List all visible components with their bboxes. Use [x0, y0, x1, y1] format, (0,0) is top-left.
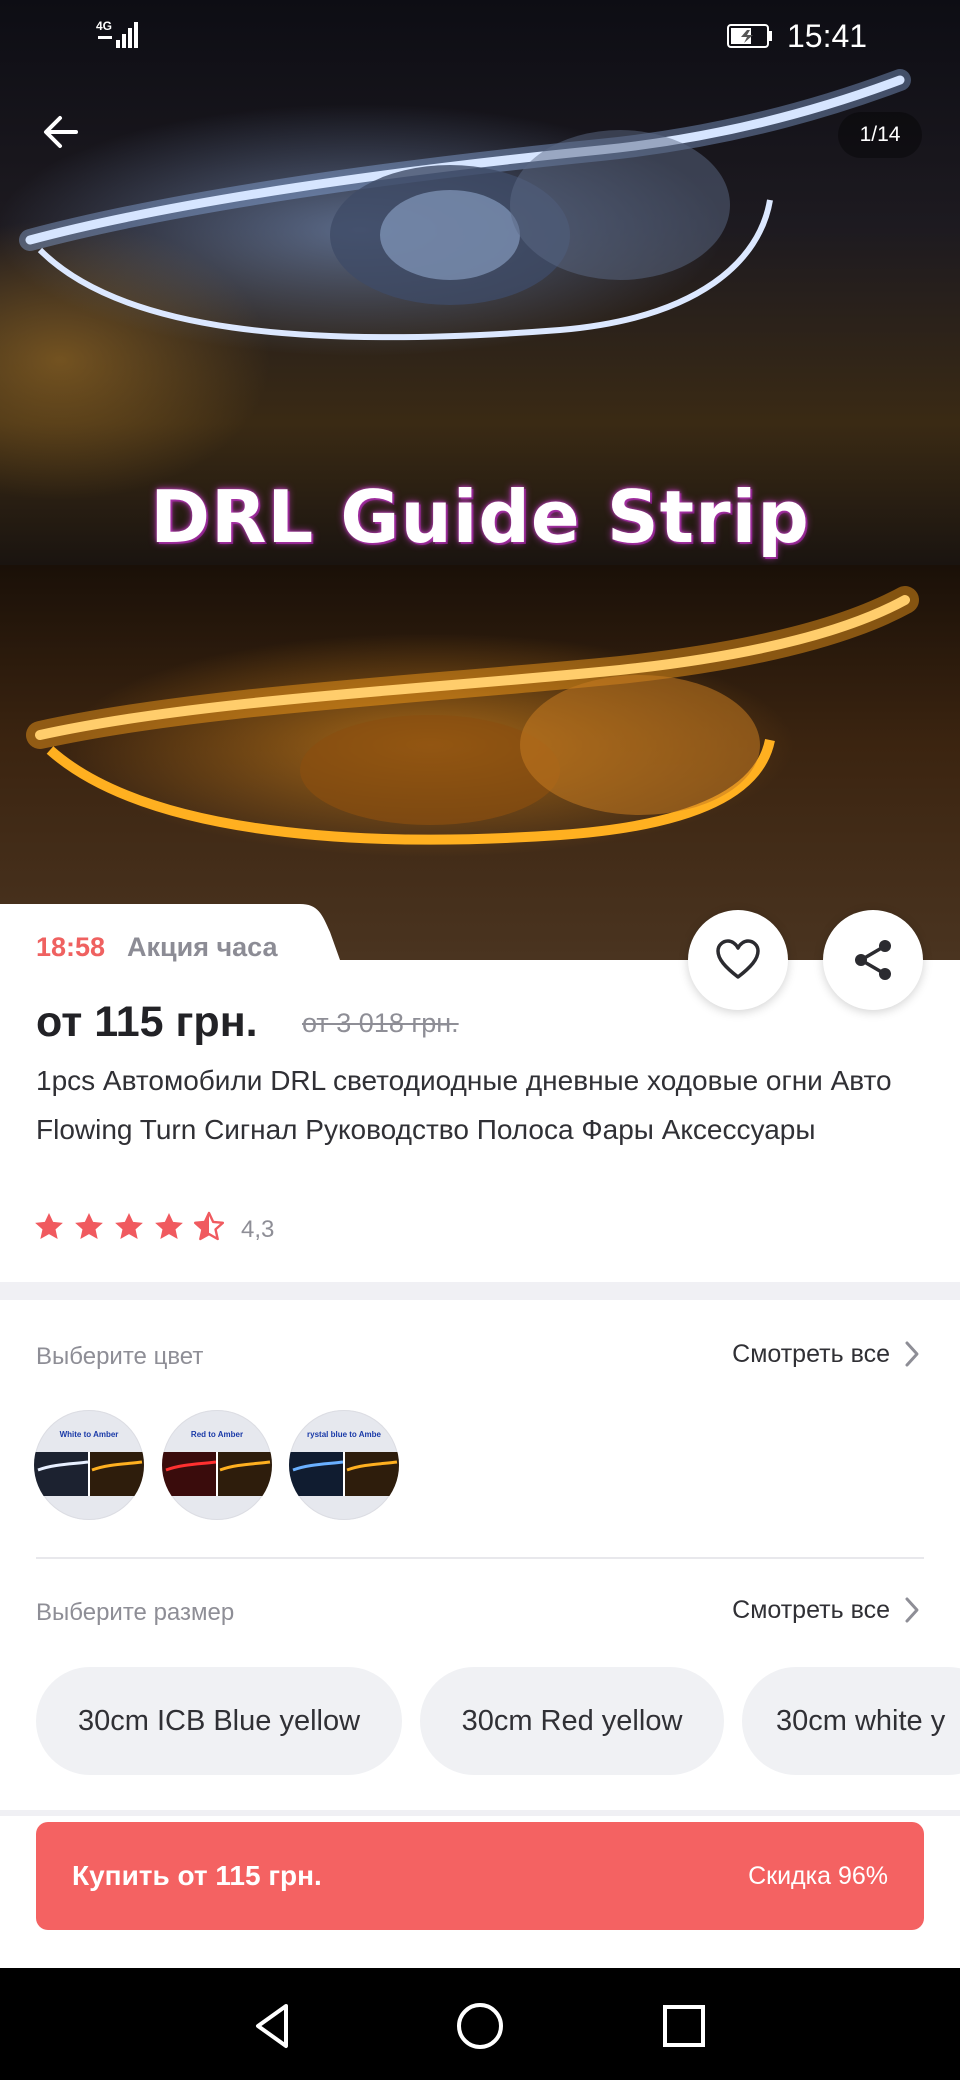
arrow-left-icon [44, 116, 78, 148]
size-option-white-yellow[interactable]: 30cm white y [742, 1667, 960, 1775]
battery-icon [727, 24, 773, 48]
promo-banner: 18:58 Акция часа [0, 904, 340, 994]
star-icon [35, 1213, 63, 1239]
promo-timer: 18:58 [36, 932, 106, 962]
product-image-gallery[interactable]: DRL Guide Strip [0, 0, 960, 960]
section-divider [0, 1810, 960, 1816]
size-option-red-yellow[interactable]: 30cm Red yellow [420, 1667, 724, 1775]
color-swatch-blue-amber[interactable]: rystal blue to Ambe [289, 1410, 399, 1520]
buy-button[interactable]: Купить от 115 грн. Скидка 96% [36, 1822, 924, 1930]
back-button[interactable] [36, 104, 92, 160]
swatch-image [34, 1452, 144, 1496]
section-divider [0, 1282, 960, 1300]
size-option-icb-blue-yellow[interactable]: 30cm ICB Blue yellow [36, 1667, 402, 1775]
color-see-all-label: Смотреть все [732, 1339, 890, 1368]
share-icon [855, 940, 891, 980]
rating-value: 4,3 [241, 1216, 275, 1243]
color-select-label: Выберите цвет [36, 1343, 204, 1370]
color-see-all-button[interactable]: Смотреть все [732, 1339, 920, 1371]
discount-label: Скидка 96% [748, 1862, 888, 1890]
divider [36, 1557, 924, 1559]
square-recents-icon [663, 2005, 705, 2047]
triangle-back-icon [256, 2004, 288, 2048]
status-time: 15:41 [787, 18, 868, 54]
star-icon [75, 1213, 103, 1239]
product-title: 1pcs Автомобили DRL светодиодные дневные… [36, 1065, 892, 1145]
product-price: от 115 грн. [36, 998, 258, 1046]
star-icon [155, 1213, 183, 1239]
product-screen: DRL Guide Strip 4G 15:41 1/14 18:58 Акци… [0, 0, 960, 2080]
share-button[interactable] [823, 910, 923, 1010]
product-rating[interactable]: 4,3 [33, 1211, 274, 1247]
swatch-image [289, 1452, 399, 1496]
swatch-image [162, 1452, 272, 1496]
signal-icon: 4G [96, 20, 140, 50]
nav-back-button[interactable] [246, 1998, 302, 2054]
buy-button-label: Купить от 115 грн. [72, 1860, 322, 1891]
color-swatch-red-amber[interactable]: Red to Amber [162, 1410, 272, 1520]
favorite-button[interactable] [688, 910, 788, 1010]
size-see-all-button[interactable]: Смотреть все [732, 1595, 920, 1627]
system-nav-bar [0, 1968, 960, 2080]
nav-home-button[interactable] [452, 1998, 508, 2054]
status-bar: 4G 15:41 [0, 0, 960, 72]
nav-recents-button[interactable] [656, 1998, 712, 2054]
star-half-icon [193, 1211, 225, 1241]
size-see-all-label: Смотреть все [732, 1595, 890, 1624]
hero-caption: DRL Guide Strip [150, 475, 810, 559]
promo-label: Акция часа [127, 932, 278, 962]
product-old-price: от 3 018 грн. [302, 1008, 459, 1038]
chevron-right-icon [905, 1341, 919, 1367]
chevron-right-icon [905, 1597, 919, 1623]
circle-home-icon [457, 2003, 503, 2049]
image-counter: 1/14 [838, 112, 922, 158]
heart-icon [716, 939, 760, 979]
swatch-caption: rystal blue to Ambe [307, 1430, 381, 1439]
size-select-label: Выберите размер [36, 1599, 235, 1626]
swatch-caption: Red to Amber [190, 1430, 244, 1439]
swatch-caption: White to Amber [59, 1430, 119, 1439]
star-icon [115, 1213, 143, 1239]
color-swatch-white-amber[interactable]: White to Amber [34, 1410, 144, 1520]
